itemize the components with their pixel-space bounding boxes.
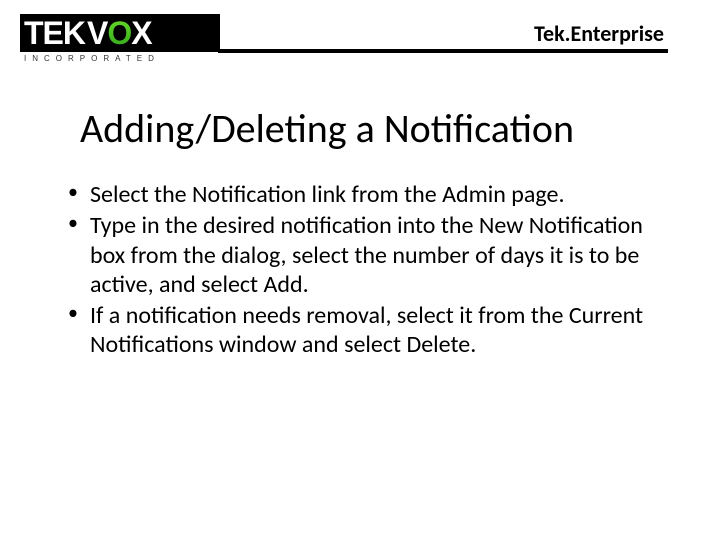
logo-text-x: X bbox=[131, 14, 157, 52]
logo-subline: INCORPORATED bbox=[20, 52, 220, 63]
logo-text-v: V bbox=[87, 14, 107, 52]
slide-body: Select the Notification link from the Ad… bbox=[66, 180, 660, 362]
tekvox-logo-main: TEK V O X bbox=[20, 14, 220, 52]
tekvox-logo: TEK V O X INCORPORATED bbox=[20, 14, 220, 74]
logo-text-tek: TEK bbox=[20, 14, 87, 52]
header-divider bbox=[218, 49, 668, 53]
list-item: Select the Notification link from the Ad… bbox=[66, 180, 660, 209]
slide-title: Adding/Deleting a Notification bbox=[80, 104, 660, 153]
brand-label: Tek.Enterprise bbox=[534, 20, 664, 47]
logo-text-o: O bbox=[107, 14, 131, 52]
slide: TEK V O X INCORPORATED Tek.Enterprise Ad… bbox=[0, 0, 720, 540]
list-item: Type in the desired notification into th… bbox=[66, 211, 660, 299]
bullet-list: Select the Notification link from the Ad… bbox=[66, 180, 660, 360]
list-item: If a notification needs removal, select … bbox=[66, 301, 660, 360]
slide-header: TEK V O X INCORPORATED Tek.Enterprise bbox=[0, 0, 720, 72]
